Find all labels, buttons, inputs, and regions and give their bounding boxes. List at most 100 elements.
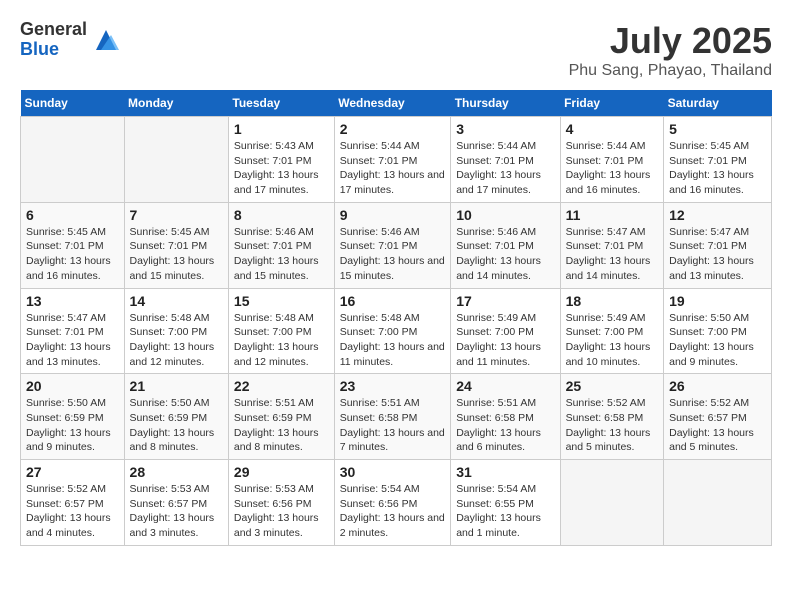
day-info: Sunrise: 5:46 AMSunset: 7:01 PMDaylight:… [340,225,446,284]
day-info: Sunrise: 5:52 AMSunset: 6:57 PMDaylight:… [26,482,119,541]
day-number: 18 [566,293,659,309]
day-number: 16 [340,293,446,309]
day-info: Sunrise: 5:51 AMSunset: 6:58 PMDaylight:… [340,396,446,455]
day-number: 29 [234,464,329,480]
day-number: 3 [456,121,554,137]
day-cell: 6 Sunrise: 5:45 AMSunset: 7:01 PMDaylight… [21,202,125,288]
main-title: July 2025 [569,20,772,62]
logo-blue: Blue [20,40,87,60]
day-cell: 20 Sunrise: 5:50 AMSunset: 6:59 PMDayligh… [21,374,125,460]
day-number: 26 [669,378,766,394]
day-cell: 4 Sunrise: 5:44 AMSunset: 7:01 PMDaylight… [560,117,664,203]
day-cell: 3 Sunrise: 5:44 AMSunset: 7:01 PMDaylight… [451,117,560,203]
day-number: 13 [26,293,119,309]
day-number: 30 [340,464,446,480]
subtitle: Phu Sang, Phayao, Thailand [569,62,772,80]
day-info: Sunrise: 5:47 AMSunset: 7:01 PMDaylight:… [669,225,766,284]
header-monday: Monday [124,90,228,117]
day-number: 27 [26,464,119,480]
logo: General Blue [20,20,121,60]
day-cell: 9 Sunrise: 5:46 AMSunset: 7:01 PMDaylight… [334,202,451,288]
week-row-3: 13Sunrise: 5:47 AMSunset: 7:01 PMDayligh… [21,288,772,374]
day-info: Sunrise: 5:52 AMSunset: 6:58 PMDaylight:… [566,396,659,455]
day-info: Sunrise: 5:53 AMSunset: 6:57 PMDaylight:… [130,482,223,541]
title-area: July 2025 Phu Sang, Phayao, Thailand [569,20,772,80]
day-cell: 30 Sunrise: 5:54 AMSunset: 6:56 PMDayligh… [334,460,451,546]
day-cell: 1Sunrise: 5:43 AMSunset: 7:01 PMDaylight… [228,117,334,203]
day-info: Sunrise: 5:45 AMSunset: 7:01 PMDaylight:… [26,225,119,284]
day-number: 15 [234,293,329,309]
header-friday: Friday [560,90,664,117]
day-info: Sunrise: 5:46 AMSunset: 7:01 PMDaylight:… [234,225,329,284]
day-cell [664,460,772,546]
day-number: 24 [456,378,554,394]
day-number: 28 [130,464,223,480]
week-row-1: 1Sunrise: 5:43 AMSunset: 7:01 PMDaylight… [21,117,772,203]
day-cell: 13Sunrise: 5:47 AMSunset: 7:01 PMDayligh… [21,288,125,374]
page-header: General Blue July 2025 Phu Sang, Phayao,… [20,20,772,80]
week-row-5: 27 Sunrise: 5:52 AMSunset: 6:57 PMDayligh… [21,460,772,546]
day-number: 20 [26,378,119,394]
day-cell: 14 Sunrise: 5:48 AMSunset: 7:00 PMDayligh… [124,288,228,374]
day-info: Sunrise: 5:51 AMSunset: 6:59 PMDaylight:… [234,396,329,455]
day-cell [124,117,228,203]
day-number: 10 [456,207,554,223]
logo-icon [91,25,121,55]
day-number: 7 [130,207,223,223]
calendar-header: SundayMondayTuesdayWednesdayThursdayFrid… [21,90,772,117]
day-number: 31 [456,464,554,480]
day-cell: 25Sunrise: 5:52 AMSunset: 6:58 PMDayligh… [560,374,664,460]
header-saturday: Saturday [664,90,772,117]
day-info: Sunrise: 5:48 AMSunset: 7:00 PMDaylight:… [234,311,329,370]
day-info: Sunrise: 5:44 AMSunset: 7:01 PMDaylight:… [340,139,446,198]
day-info: Sunrise: 5:53 AMSunset: 6:56 PMDaylight:… [234,482,329,541]
day-cell: 15 Sunrise: 5:48 AMSunset: 7:00 PMDayligh… [228,288,334,374]
day-cell: 28 Sunrise: 5:53 AMSunset: 6:57 PMDayligh… [124,460,228,546]
day-cell: 5Sunrise: 5:45 AMSunset: 7:01 PMDaylight… [664,117,772,203]
day-cell: 17Sunrise: 5:49 AMSunset: 7:00 PMDayligh… [451,288,560,374]
day-cell: 12Sunrise: 5:47 AMSunset: 7:01 PMDayligh… [664,202,772,288]
day-cell: 26 Sunrise: 5:52 AMSunset: 6:57 PMDayligh… [664,374,772,460]
day-number: 4 [566,121,659,137]
day-cell: 19 Sunrise: 5:50 AMSunset: 7:00 PMDayligh… [664,288,772,374]
day-number: 11 [566,207,659,223]
calendar-body: 1Sunrise: 5:43 AMSunset: 7:01 PMDaylight… [21,117,772,546]
logo-general: General [20,20,87,40]
day-info: Sunrise: 5:44 AMSunset: 7:01 PMDaylight:… [566,139,659,198]
day-number: 19 [669,293,766,309]
day-number: 6 [26,207,119,223]
day-info: Sunrise: 5:47 AMSunset: 7:01 PMDaylight:… [566,225,659,284]
day-cell: 11 Sunrise: 5:47 AMSunset: 7:01 PMDayligh… [560,202,664,288]
header-tuesday: Tuesday [228,90,334,117]
day-cell [560,460,664,546]
day-number: 5 [669,121,766,137]
day-number: 23 [340,378,446,394]
day-number: 8 [234,207,329,223]
day-number: 14 [130,293,223,309]
header-sunday: Sunday [21,90,125,117]
day-info: Sunrise: 5:50 AMSunset: 6:59 PMDaylight:… [26,396,119,455]
day-number: 21 [130,378,223,394]
header-thursday: Thursday [451,90,560,117]
calendar-table: SundayMondayTuesdayWednesdayThursdayFrid… [20,90,772,546]
week-row-2: 6 Sunrise: 5:45 AMSunset: 7:01 PMDaylight… [21,202,772,288]
day-cell: 16Sunrise: 5:48 AMSunset: 7:00 PMDayligh… [334,288,451,374]
day-info: Sunrise: 5:50 AMSunset: 7:00 PMDaylight:… [669,311,766,370]
day-cell [21,117,125,203]
day-cell: 7 Sunrise: 5:45 AMSunset: 7:01 PMDaylight… [124,202,228,288]
day-info: Sunrise: 5:49 AMSunset: 7:00 PMDaylight:… [566,311,659,370]
day-number: 17 [456,293,554,309]
day-info: Sunrise: 5:44 AMSunset: 7:01 PMDaylight:… [456,139,554,198]
day-number: 22 [234,378,329,394]
day-cell: 22 Sunrise: 5:51 AMSunset: 6:59 PMDayligh… [228,374,334,460]
day-cell: 23 Sunrise: 5:51 AMSunset: 6:58 PMDayligh… [334,374,451,460]
day-cell: 18 Sunrise: 5:49 AMSunset: 7:00 PMDayligh… [560,288,664,374]
day-info: Sunrise: 5:48 AMSunset: 7:00 PMDaylight:… [130,311,223,370]
day-number: 1 [234,121,329,137]
day-info: Sunrise: 5:46 AMSunset: 7:01 PMDaylight:… [456,225,554,284]
day-info: Sunrise: 5:52 AMSunset: 6:57 PMDaylight:… [669,396,766,455]
day-number: 9 [340,207,446,223]
day-number: 2 [340,121,446,137]
day-info: Sunrise: 5:54 AMSunset: 6:56 PMDaylight:… [340,482,446,541]
day-info: Sunrise: 5:45 AMSunset: 7:01 PMDaylight:… [130,225,223,284]
